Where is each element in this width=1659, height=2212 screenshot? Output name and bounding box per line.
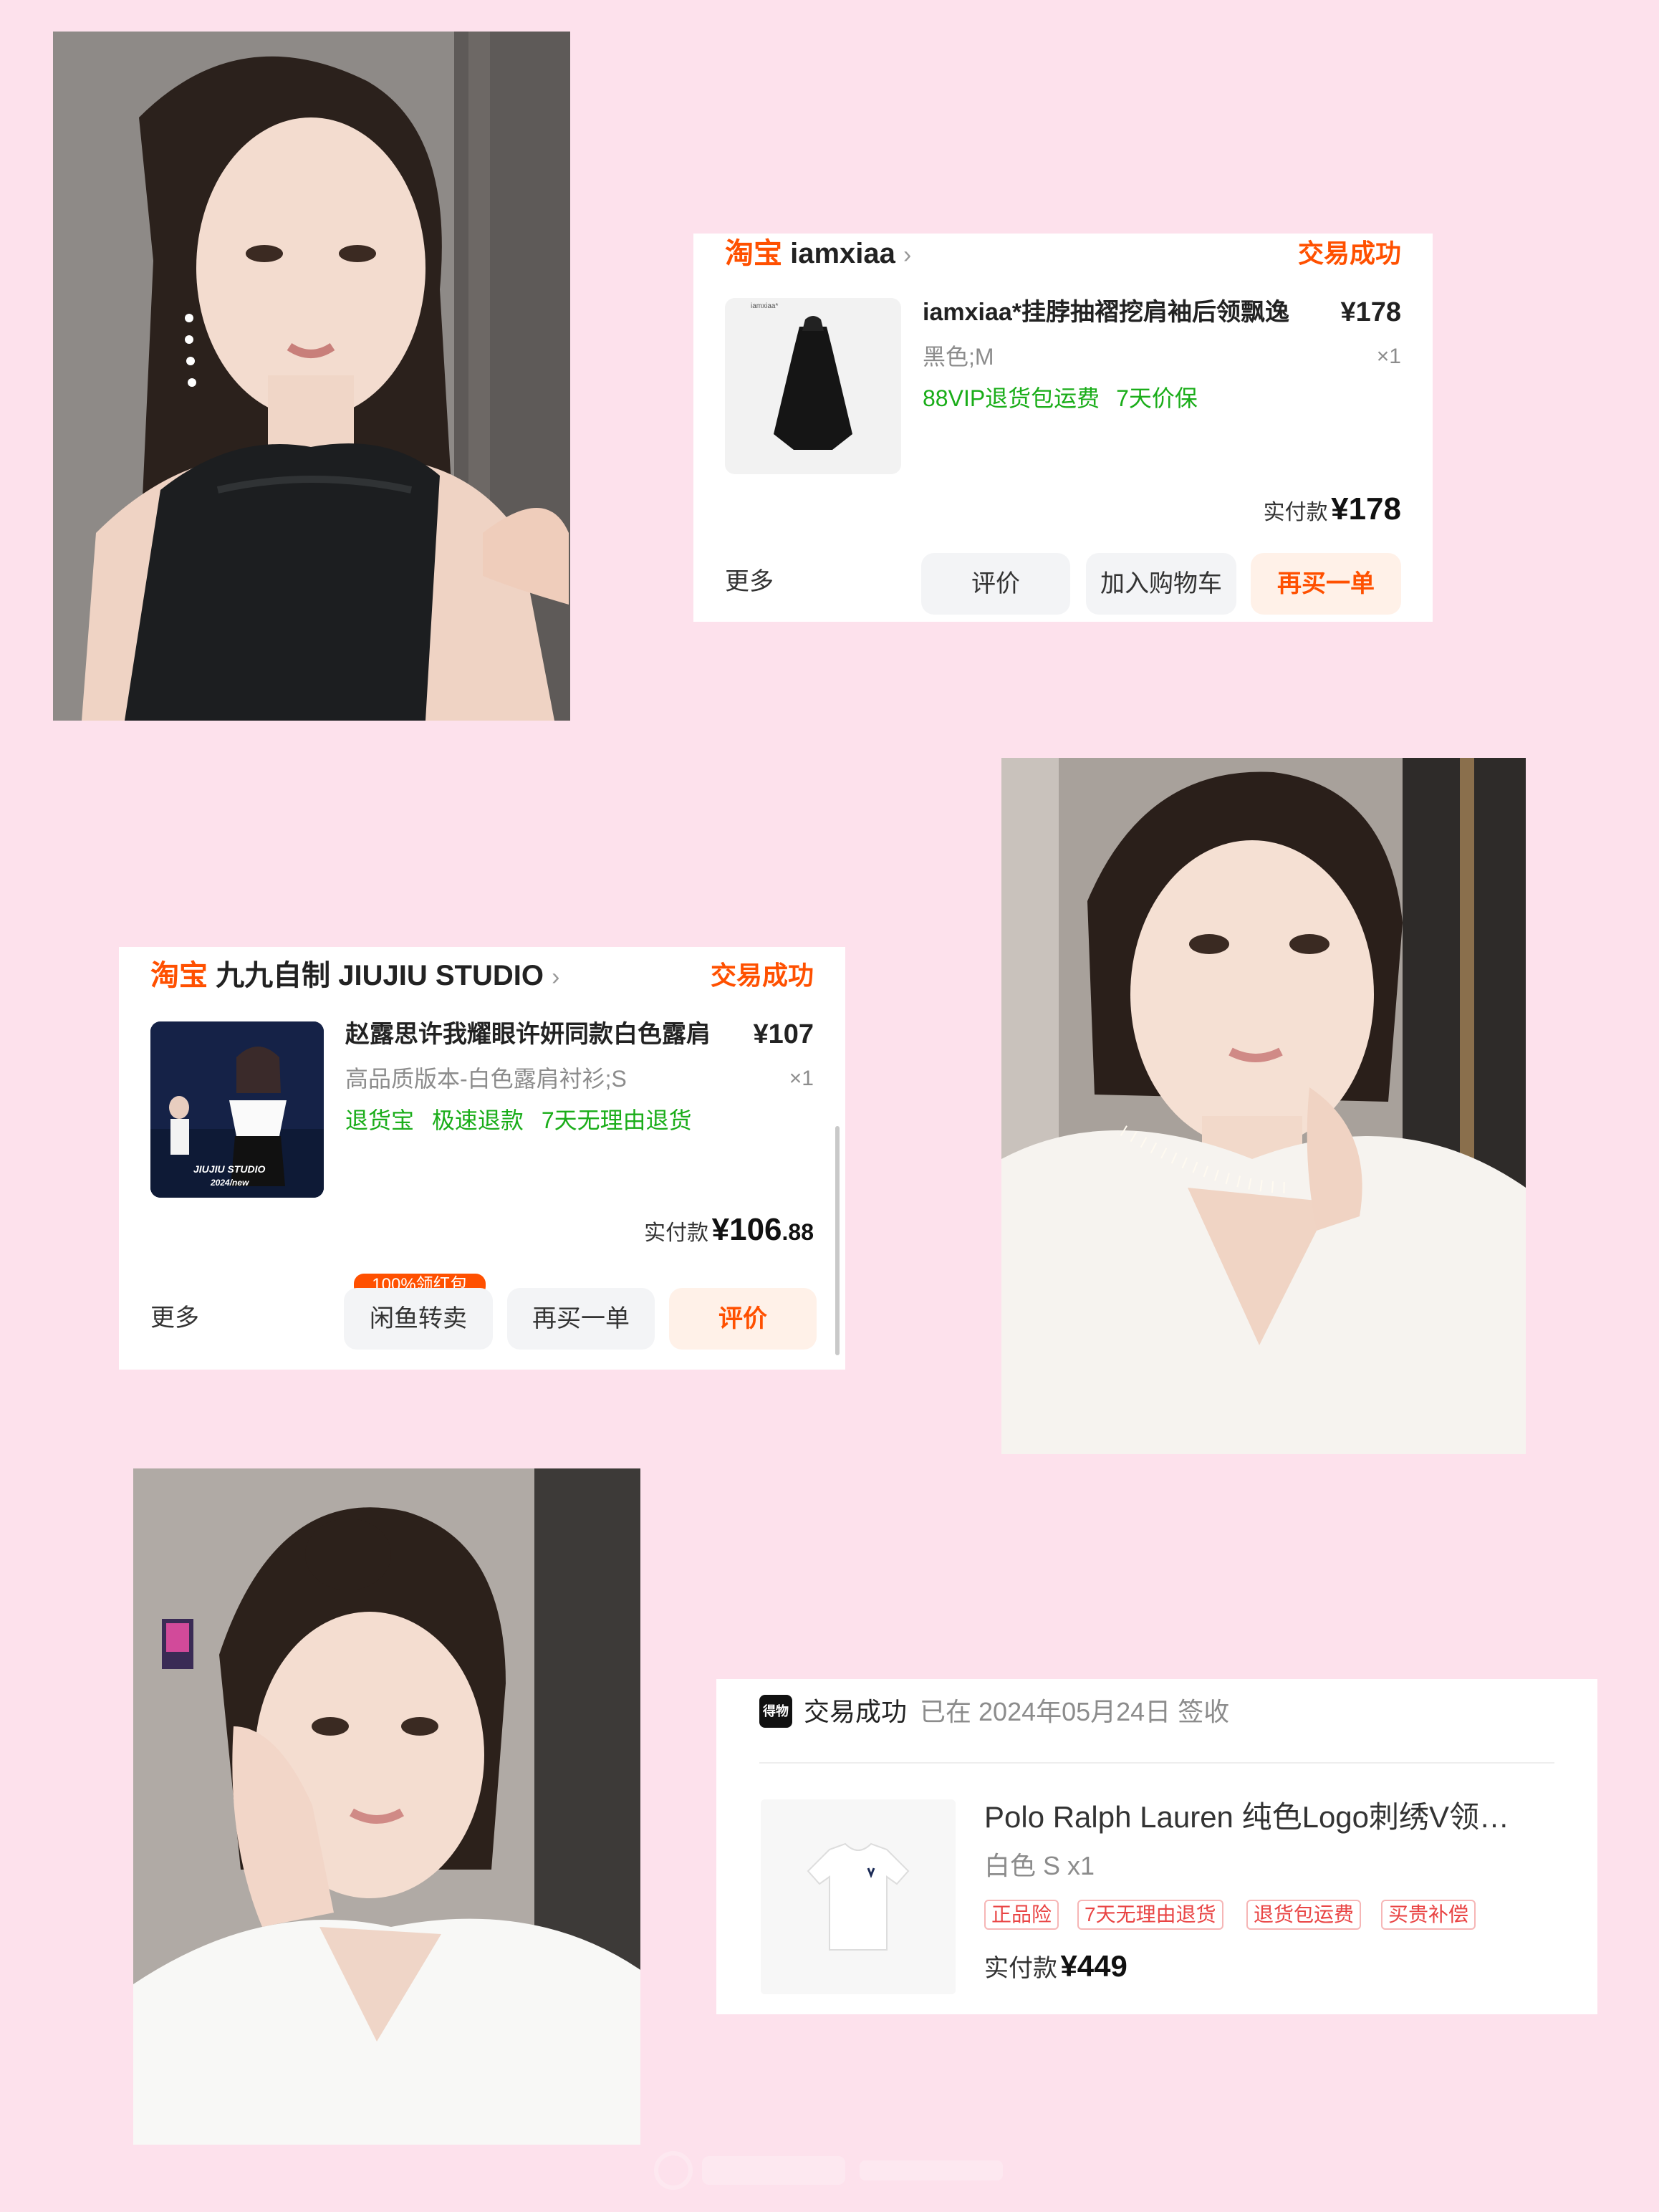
- taobao-logo-text: 淘宝: [725, 238, 782, 269]
- tag-price-compensation: 买贵补偿: [1381, 1900, 1476, 1930]
- product-quantity: ×1: [1376, 345, 1401, 368]
- promo-7day-return: 7天无理由退货: [541, 1107, 692, 1133]
- review-button[interactable]: 评价: [921, 553, 1070, 615]
- paid-amount-integer: ¥106: [711, 1212, 782, 1247]
- thumb-caption-brand: JIUJIU STUDIO: [193, 1163, 266, 1175]
- more-button[interactable]: 更多: [725, 564, 774, 599]
- paid-amount: ¥178: [1331, 491, 1401, 526]
- paid-label: 实付款: [644, 1221, 709, 1245]
- promo-tags: 退货宝 极速退款 7天无理由退货: [345, 1105, 692, 1136]
- more-button[interactable]: 更多: [150, 1301, 199, 1335]
- order-card-iamxiaa[interactable]: 淘宝 iamxiaa › 交易成功 iamxiaa* iamxiaa*挂脖抽褶挖…: [693, 234, 1433, 622]
- scrollbar[interactable]: [835, 1126, 840, 1355]
- promo-price-protect: 7天价保: [1116, 385, 1198, 411]
- taobao-logo-text: 淘宝: [150, 960, 208, 991]
- tag-return-shipping: 退货包运费: [1246, 1900, 1362, 1930]
- paid-label: 实付款: [1263, 501, 1328, 524]
- order-card-dewu-polo[interactable]: 得物 交易成功 已在 2024年05月24日 签收 Polo Ralph Lau…: [716, 1679, 1597, 2014]
- product-quantity: ×1: [789, 1067, 814, 1090]
- signed-note: 已在 2024年05月24日 签收: [920, 1697, 1230, 1726]
- shop-name[interactable]: 九九自制 JIUJIU STUDIO: [216, 960, 544, 991]
- buy-again-button[interactable]: 再买一单: [507, 1288, 655, 1350]
- photo-black-halter-selfie: [53, 32, 570, 721]
- promo-fast-refund: 极速退款: [431, 1107, 524, 1133]
- paid-amount-row: 实付款 ¥449: [984, 1948, 1127, 1983]
- divider: [759, 1762, 1554, 1764]
- product-spec: 黑色;M: [923, 344, 994, 370]
- dewu-logo: 得物: [759, 1695, 792, 1728]
- product-title[interactable]: Polo Ralph Lauren 纯色Logo刺绣V领…: [984, 1797, 1557, 1838]
- product-price: ¥107: [753, 1019, 814, 1049]
- order-header[interactable]: 淘宝 iamxiaa ›: [725, 234, 911, 275]
- xianyu-resell-button[interactable]: 闲鱼转卖: [344, 1288, 493, 1350]
- paid-amount-row: 实付款 ¥106.88: [644, 1212, 814, 1248]
- product-spec: 白色 S x1: [984, 1851, 1095, 1880]
- add-to-cart-button[interactable]: 加入购物车: [1086, 553, 1236, 615]
- order-card-jiujiu-studio[interactable]: 淘宝 九九自制 JIUJIU STUDIO › 交易成功 JIUJIU STUD…: [119, 947, 845, 1370]
- product-price: ¥178: [1340, 297, 1401, 327]
- paid-label: 实付款: [984, 1955, 1057, 1982]
- product-title[interactable]: 赵露思许我耀眼许妍同款白色露肩: [345, 1017, 746, 1052]
- buy-again-button[interactable]: 再买一单: [1251, 553, 1401, 615]
- paid-amount-row: 实付款 ¥178: [1264, 491, 1401, 527]
- order-status: 交易成功: [710, 961, 814, 990]
- product-thumbnail[interactable]: iamxiaa*: [725, 298, 901, 474]
- order-header: 交易成功 已在 2024年05月24日 签收: [804, 1693, 1229, 1731]
- watermark: [645, 2149, 1017, 2192]
- product-thumbnail[interactable]: JIUJIU STUDIO 2024/new: [150, 1021, 324, 1198]
- tag-authentic-insurance: 正品险: [984, 1900, 1059, 1930]
- thumb-brand-label: iamxiaa*: [751, 302, 779, 310]
- product-title[interactable]: iamxiaa*挂脖抽褶挖肩袖后领飘逸: [923, 295, 1324, 330]
- promo-88vip-return: 88VIP退货包运费: [923, 385, 1100, 411]
- order-header[interactable]: 淘宝 九九自制 JIUJIU STUDIO ›: [150, 956, 559, 997]
- chevron-right-icon[interactable]: ›: [552, 963, 559, 991]
- product-spec: 高品质版本-白色露肩衬衫;S: [345, 1066, 627, 1092]
- paid-amount-decimal: .88: [782, 1219, 814, 1245]
- shop-name[interactable]: iamxiaa: [790, 238, 895, 269]
- chevron-right-icon[interactable]: ›: [903, 241, 911, 269]
- order-status: 交易成功: [804, 1697, 908, 1726]
- tag-7day-return: 7天无理由退货: [1077, 1900, 1223, 1930]
- review-button[interactable]: 评价: [669, 1288, 817, 1350]
- dewu-logo-text: 得物: [763, 1704, 789, 1718]
- order-status: 交易成功: [1297, 239, 1401, 268]
- promo-return-insurance: 退货宝: [345, 1107, 415, 1133]
- thumb-caption-year: 2024/new: [211, 1178, 249, 1188]
- promo-tags: 88VIP退货包运费 7天价保: [923, 383, 1198, 414]
- photo-white-top-pearl-necklace: [1001, 758, 1526, 1454]
- paid-amount: ¥449: [1060, 1949, 1127, 1983]
- product-thumbnail[interactable]: [761, 1799, 956, 1994]
- photo-white-tee-selfie: [133, 1468, 640, 2145]
